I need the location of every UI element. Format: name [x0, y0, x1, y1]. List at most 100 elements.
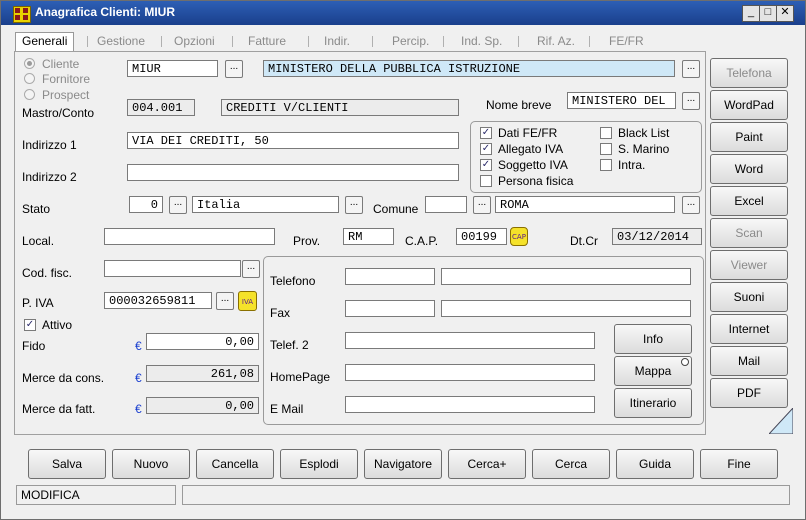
province-field[interactable]: RM	[343, 228, 394, 245]
radio-prospect[interactable]	[24, 89, 35, 100]
window-title: Anagrafica Clienti: MIUR	[35, 5, 176, 19]
tax-code-field[interactable]	[104, 260, 241, 277]
checkbox-allegato-iva-label: Allegato IVA	[498, 142, 564, 156]
checkbox-active[interactable]: ✓	[24, 319, 36, 331]
sounds-button[interactable]: Suoni	[710, 282, 788, 312]
vat-lookup-button[interactable]: ...	[216, 292, 234, 310]
navigator-button[interactable]: Navigatore	[364, 449, 442, 479]
address2-label: Indirizzo 2	[22, 170, 77, 184]
checkbox-s-marino[interactable]	[600, 143, 612, 155]
municipality-lookup-button[interactable]: ...	[473, 196, 491, 214]
radio-cliente[interactable]	[24, 58, 35, 69]
municipality-name-lookup-button[interactable]: ...	[682, 196, 700, 214]
new-button[interactable]: Nuovo	[112, 449, 190, 479]
tab-percip[interactable]: Percip.	[392, 33, 429, 49]
zip-label: C.A.P.	[405, 234, 439, 248]
delete-button[interactable]: Cancella	[196, 449, 274, 479]
checkbox-black-list-label: Black List	[618, 126, 670, 140]
country-name-lookup-button[interactable]: ...	[345, 196, 363, 214]
tax-code-lookup-button[interactable]: ...	[242, 260, 260, 278]
credit-limit-label: Fido	[22, 339, 46, 353]
vat-number-field[interactable]: 000032659811	[104, 292, 212, 309]
fax-field[interactable]	[345, 300, 435, 317]
tab-gestione[interactable]: Gestione	[97, 33, 145, 49]
tab-ind-sp[interactable]: Ind. Sp.	[461, 33, 502, 49]
tab-rif-az[interactable]: Rif. Az.	[537, 33, 575, 49]
checkbox-dati-fe[interactable]: ✓	[480, 127, 492, 139]
checkbox-active-label: Attivo	[42, 318, 73, 332]
zip-lookup-icon[interactable]: CAP	[510, 227, 528, 246]
wordpad-button[interactable]: WordPad	[710, 90, 788, 120]
tab-strip: Generali Gestione Opzioni Fatture Indir.…	[11, 32, 701, 51]
title-bar[interactable]: Anagrafica Clienti: MIUR _ □ ✕	[1, 1, 805, 25]
search-button[interactable]: Cerca	[532, 449, 610, 479]
company-name-lookup-button[interactable]: ...	[682, 60, 700, 78]
phone2-field[interactable]	[345, 332, 595, 349]
map-indicator-icon	[681, 358, 689, 366]
excel-button[interactable]: Excel	[710, 186, 788, 216]
vat-check-icon[interactable]: IVA	[238, 291, 257, 311]
word-button[interactable]: Word	[710, 154, 788, 184]
tab-generali[interactable]: Generali	[15, 32, 75, 51]
route-button[interactable]: Itinerario	[614, 388, 692, 418]
goods-to-deliver-currency: €	[135, 371, 142, 385]
creation-date-label: Dt.Cr	[570, 234, 598, 248]
phone-call-button[interactable]: Telefona	[710, 58, 788, 88]
email-field[interactable]	[345, 396, 595, 413]
status-mode: MODIFICA	[16, 485, 176, 505]
ledger-account-label: Mastro/Conto	[22, 106, 95, 120]
info-button[interactable]: Info	[614, 324, 692, 354]
viewer-button[interactable]: Viewer	[710, 250, 788, 280]
credit-limit-field[interactable]: 0,00	[146, 333, 259, 350]
short-name-lookup-button[interactable]: ...	[682, 92, 700, 110]
tab-fe-fr[interactable]: FE/FR	[609, 33, 644, 49]
client-code-field[interactable]: MIUR	[127, 60, 218, 77]
client-code-lookup-button[interactable]: ...	[225, 60, 243, 78]
municipality-name-field[interactable]: ROMA	[495, 196, 675, 213]
save-button[interactable]: Salva	[28, 449, 106, 479]
checkbox-intra[interactable]	[600, 159, 612, 171]
minimize-button[interactable]: _	[742, 5, 760, 22]
scan-button[interactable]: Scan	[710, 218, 788, 248]
fax-note-field[interactable]	[441, 300, 691, 317]
address2-field[interactable]	[127, 164, 459, 181]
page-corner-icon[interactable]	[769, 408, 793, 434]
internet-button[interactable]: Internet	[710, 314, 788, 344]
expand-button[interactable]: Esplodi	[280, 449, 358, 479]
zip-field[interactable]: 00199	[456, 228, 507, 245]
checkbox-soggetto-iva[interactable]: ✓	[480, 159, 492, 171]
checkbox-allegato-iva[interactable]: ✓	[480, 143, 492, 155]
search-plus-button[interactable]: Cerca+	[448, 449, 526, 479]
short-name-field[interactable]: MINISTERO DEL	[567, 92, 676, 109]
locality-label: Local.	[22, 234, 55, 248]
company-name-field[interactable]: MINISTERO DELLA PUBBLICA ISTRUZIONE	[263, 60, 675, 77]
homepage-field[interactable]	[345, 364, 595, 381]
tab-indir[interactable]: Indir.	[324, 33, 350, 49]
checkbox-dati-fe-label: Dati FE/FR	[498, 126, 558, 140]
radio-fornitore[interactable]	[24, 73, 35, 84]
country-code-field[interactable]: 0	[129, 196, 163, 213]
close-button[interactable]: ✕	[776, 5, 794, 22]
address1-label: Indirizzo 1	[22, 138, 77, 152]
maximize-button[interactable]: □	[759, 5, 777, 22]
exit-button[interactable]: Fine	[700, 449, 778, 479]
municipality-code-field[interactable]	[425, 196, 467, 213]
help-button[interactable]: Guida	[616, 449, 694, 479]
paint-button[interactable]: Paint	[710, 122, 788, 152]
checkbox-black-list[interactable]	[600, 127, 612, 139]
pdf-button[interactable]: PDF	[710, 378, 788, 408]
tab-fatture[interactable]: Fatture	[248, 33, 286, 49]
ledger-code-field: 004.001	[127, 99, 195, 116]
address1-field[interactable]: VIA DEI CREDITI, 50	[127, 132, 459, 149]
country-lookup-button[interactable]: ...	[169, 196, 187, 214]
homepage-label: HomePage	[270, 370, 331, 384]
checkbox-persona-fisica[interactable]	[480, 175, 492, 187]
phone-note-field[interactable]	[441, 268, 691, 285]
goods-to-deliver-field: 261,08	[146, 365, 259, 382]
locality-field[interactable]	[104, 228, 275, 245]
country-name-field[interactable]: Italia	[192, 196, 339, 213]
mail-button[interactable]: Mail	[710, 346, 788, 376]
phone-field[interactable]	[345, 268, 435, 285]
app-icon	[13, 6, 31, 23]
tab-opzioni[interactable]: Opzioni	[174, 33, 215, 49]
